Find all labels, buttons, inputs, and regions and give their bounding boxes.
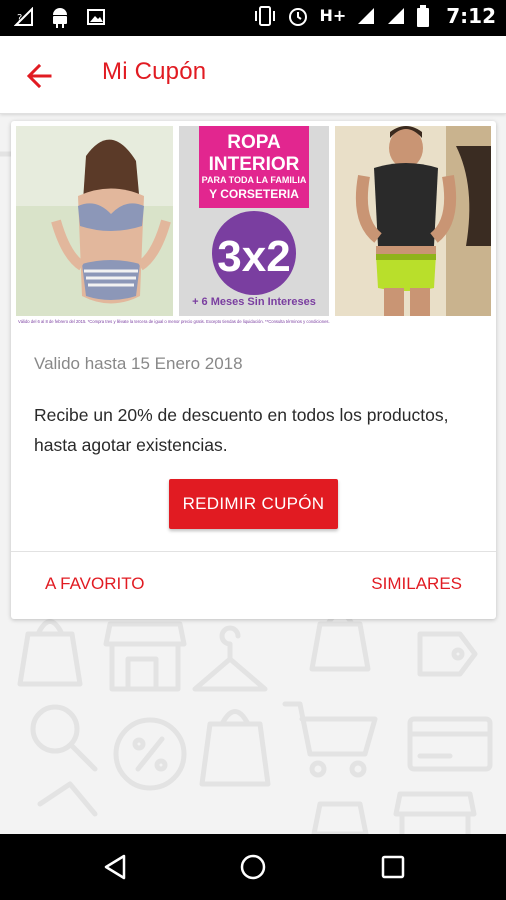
- coupon-description: Recibe un 20% de descuento en todos los …: [34, 405, 449, 455]
- banner-headline-1: ROPA: [227, 132, 281, 153]
- status-bar: ? H+ 7:12: [0, 0, 506, 36]
- status-time: 7:12: [446, 4, 496, 28]
- alarm-icon: [289, 8, 308, 26]
- vibrate-icon: [255, 6, 276, 26]
- man-photo: [335, 126, 491, 316]
- similar-button[interactable]: SIMILARES: [371, 574, 462, 594]
- arrow-back-icon: [26, 63, 52, 89]
- banner-headline-2: INTERIOR: [209, 154, 300, 175]
- battery-icon: [417, 5, 430, 27]
- nav-home-button[interactable]: [238, 852, 268, 882]
- banner-months: + 6 Meses Sin Intereses: [192, 296, 316, 308]
- page-title: Mi Cupón: [102, 58, 207, 85]
- back-button[interactable]: [22, 58, 58, 94]
- banner-fine-print: Válido del 6 al 8 de febrero del 2015. *…: [18, 319, 330, 324]
- banner-subline-1: PARA TODA LA FAMILIA: [202, 175, 307, 185]
- nav-recents-button[interactable]: [378, 852, 408, 882]
- banner-subline-2: Y CORSETERIA: [209, 187, 299, 201]
- android-icon: [53, 8, 67, 28]
- redeem-coupon-button[interactable]: REDIMIR CUPÓN: [169, 479, 338, 529]
- svg-text:?: ?: [17, 13, 22, 24]
- promo-panel: ROPA INTERIOR PARA TODA LA FAMILIA Y COR…: [179, 126, 329, 316]
- add-favorite-button[interactable]: A FAVORITO: [45, 574, 145, 594]
- nav-home-icon: [240, 854, 266, 880]
- nav-back-icon: [104, 854, 126, 880]
- app-bar: Mi Cupón: [0, 36, 506, 114]
- coupon-banner: ROPA INTERIOR PARA TODA LA FAMILIA Y COR…: [16, 126, 491, 326]
- cell-signal-icon: [388, 8, 405, 24]
- nav-recents-icon: [381, 855, 405, 879]
- network-signal-icon: [358, 8, 375, 24]
- valid-until-text: Valido hasta 15 Enero 2018: [34, 354, 243, 373]
- navigation-bar: [0, 834, 506, 900]
- card-divider: [11, 551, 496, 552]
- image-icon: [87, 9, 105, 25]
- network-type: H+: [319, 6, 347, 25]
- nav-back-button[interactable]: [100, 852, 130, 882]
- signal-off-icon: ?: [14, 7, 33, 26]
- woman-photo: [16, 126, 173, 316]
- coupon-card: ROPA INTERIOR PARA TODA LA FAMILIA Y COR…: [11, 121, 496, 619]
- banner-promo: 3x2: [217, 232, 290, 281]
